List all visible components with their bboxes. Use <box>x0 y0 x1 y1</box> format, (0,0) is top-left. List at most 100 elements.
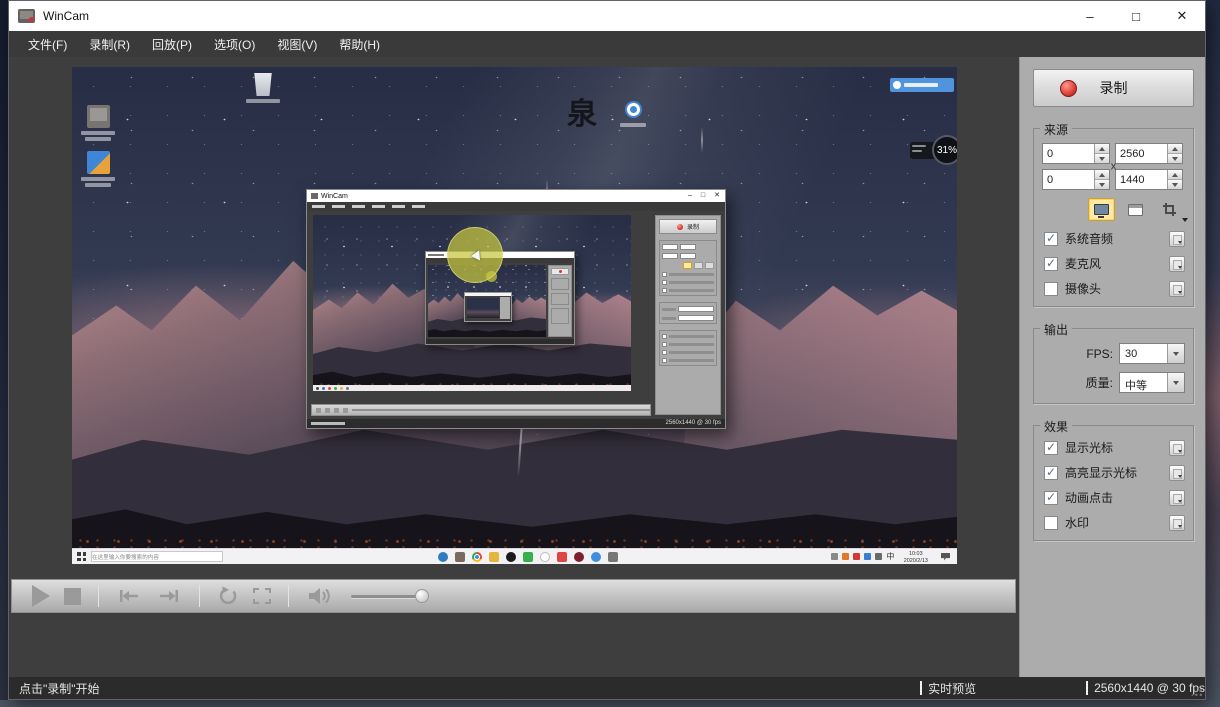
minimize-button[interactable]: – <box>1067 1 1113 31</box>
webcam-checkbox[interactable] <box>1044 282 1058 296</box>
preview-taskbar: 在这里输入你要搜索的内容 <box>72 548 957 564</box>
webcam-settings-button[interactable] <box>1169 281 1185 297</box>
capture-window-button[interactable] <box>1122 198 1149 221</box>
window-icon <box>1128 204 1143 216</box>
highlight-cursor-row: 高亮显示光标 <box>1044 465 1185 480</box>
source-width-input[interactable]: 2560 <box>1115 143 1183 164</box>
animate-clicks-checkbox[interactable] <box>1044 491 1058 505</box>
volume-slider-thumb[interactable] <box>415 589 429 603</box>
statusbar: 点击"录制"开始 实时预览 2560x1440 @ 30 fps <box>9 677 1205 699</box>
menu-file[interactable]: 文件(F) <box>17 32 78 57</box>
source-height-input[interactable]: 1440 <box>1115 169 1183 190</box>
battery-widget: 31% <box>910 135 957 165</box>
menu-help[interactable]: 帮助(H) <box>328 32 391 57</box>
fullscreen-button[interactable] <box>253 588 271 604</box>
monitor-icon <box>1094 204 1109 215</box>
effects-group: 效果 显示光标 高亮显示光标 动画点击 <box>1033 425 1194 541</box>
skip-to-start-icon <box>116 587 142 605</box>
nested-status-capture-info: 2560x1440 @ 30 fps <box>666 419 725 428</box>
record-button[interactable]: 录制 <box>1033 69 1194 107</box>
titlebar: WinCam – □ ✕ <box>9 1 1205 31</box>
wincam-window: WinCam – □ ✕ 文件(F) 录制(R) 回放(P) 选项(O) 视图(… <box>8 0 1206 700</box>
show-cursor-settings-button[interactable] <box>1169 440 1185 456</box>
cursor-highlight-circle <box>447 227 503 283</box>
region-dropdown-arrow <box>1182 218 1188 222</box>
close-button[interactable]: ✕ <box>1159 1 1205 31</box>
recycle-bin-icon <box>240 73 286 103</box>
desktop-icon-app <box>75 151 121 187</box>
status-preview-mode: 实时预览 <box>928 680 1086 697</box>
capture-monitor-button[interactable] <box>1088 198 1115 221</box>
taskbar-search-box: 在这里输入你要搜索的内容 <box>91 551 223 562</box>
volume-button[interactable] <box>306 586 334 606</box>
stop-button[interactable] <box>64 588 81 605</box>
fullscreen-icon <box>253 588 271 604</box>
record-dot-icon <box>1060 80 1077 97</box>
system-audio-row: 系统音频 <box>1044 231 1185 246</box>
show-cursor-row: 显示光标 <box>1044 440 1185 455</box>
menu-options[interactable]: 选项(O) <box>203 32 266 57</box>
nested-wincam-window: WinCam – □ ✕ <box>306 189 726 429</box>
highlight-cursor-settings-button[interactable] <box>1169 465 1185 481</box>
source-x-input[interactable]: 0 <box>1042 143 1110 164</box>
start-button-icon <box>77 552 86 561</box>
window-title: WinCam <box>43 9 89 23</box>
control-panel: 录制 来源 0 2560 <box>1019 57 1205 677</box>
animate-clicks-settings-button[interactable] <box>1169 490 1185 506</box>
microphone-settings-button[interactable] <box>1169 256 1185 272</box>
cloud-upload-badge <box>890 78 954 92</box>
source-group: 来源 0 2560 0 <box>1033 128 1194 307</box>
watermark-settings-button[interactable] <box>1169 515 1185 531</box>
volume-slider[interactable] <box>351 589 429 603</box>
source-y-input[interactable]: 0 <box>1042 169 1110 190</box>
record-button-label: 录制 <box>1100 78 1128 98</box>
live-preview-image: 泉 31% WinCam <box>72 67 957 564</box>
desktop-ink-art: 泉 <box>567 89 597 133</box>
app-logo-icon <box>18 9 35 23</box>
menu-record[interactable]: 录制(R) <box>78 32 141 57</box>
show-cursor-checkbox[interactable] <box>1044 441 1058 455</box>
effects-group-title: 效果 <box>1040 418 1072 435</box>
taskbar-clock: 10:03 2020/2/13 <box>898 550 934 564</box>
desktop-icon-wincam <box>75 105 121 141</box>
menu-playback[interactable]: 回放(P) <box>141 32 203 57</box>
menu-view[interactable]: 视图(V) <box>266 32 328 57</box>
desktop-icon-ring <box>610 101 656 127</box>
taskbar-app-icons <box>438 552 618 562</box>
microphone-checkbox[interactable] <box>1044 257 1058 271</box>
fps-dropdown[interactable]: 30 <box>1119 343 1185 364</box>
nested-wincam-window-level4 <box>464 292 512 322</box>
battery-percent: 31% <box>932 135 957 165</box>
taskbar-tray: 中 10:03 2020/2/13 <box>831 550 957 564</box>
skip-to-end-icon <box>156 587 182 605</box>
watermark-checkbox[interactable] <box>1044 516 1058 530</box>
nested-app-logo-icon <box>311 193 318 199</box>
play-button[interactable] <box>32 585 50 607</box>
maximize-button[interactable]: □ <box>1113 1 1159 31</box>
highlight-cursor-checkbox[interactable] <box>1044 466 1058 480</box>
fps-label: FPS: <box>1086 347 1113 361</box>
output-group-title: 输出 <box>1040 321 1072 338</box>
microphone-row: 麦克风 <box>1044 256 1185 271</box>
dimension-separator: x <box>1111 160 1117 172</box>
watermark-row: 水印 <box>1044 515 1185 530</box>
workspace: 泉 31% WinCam <box>9 57 1019 677</box>
skip-to-end-button[interactable] <box>156 587 182 605</box>
nested-window-title: WinCam <box>321 193 348 200</box>
status-capture-info: 2560x1440 @ 30 fps <box>1094 681 1205 695</box>
crop-icon <box>1163 203 1176 216</box>
capture-region-button[interactable] <box>1156 198 1183 221</box>
quality-dropdown[interactable]: 中等 <box>1119 372 1185 393</box>
output-group: 输出 FPS: 30 质量: 中等 <box>1033 328 1194 404</box>
system-audio-checkbox[interactable] <box>1044 232 1058 246</box>
notification-icon <box>941 553 950 561</box>
ime-indicator: 中 <box>886 553 894 561</box>
skip-to-start-button[interactable] <box>116 587 142 605</box>
restart-icon <box>217 586 239 606</box>
restart-button[interactable] <box>217 586 239 606</box>
nested-control-panel: 录制 <box>655 215 721 415</box>
animate-clicks-row: 动画点击 <box>1044 490 1185 505</box>
system-audio-settings-button[interactable] <box>1169 231 1185 247</box>
menubar: 文件(F) 录制(R) 回放(P) 选项(O) 视图(V) 帮助(H) <box>9 31 1205 57</box>
quality-label: 质量: <box>1086 374 1113 391</box>
